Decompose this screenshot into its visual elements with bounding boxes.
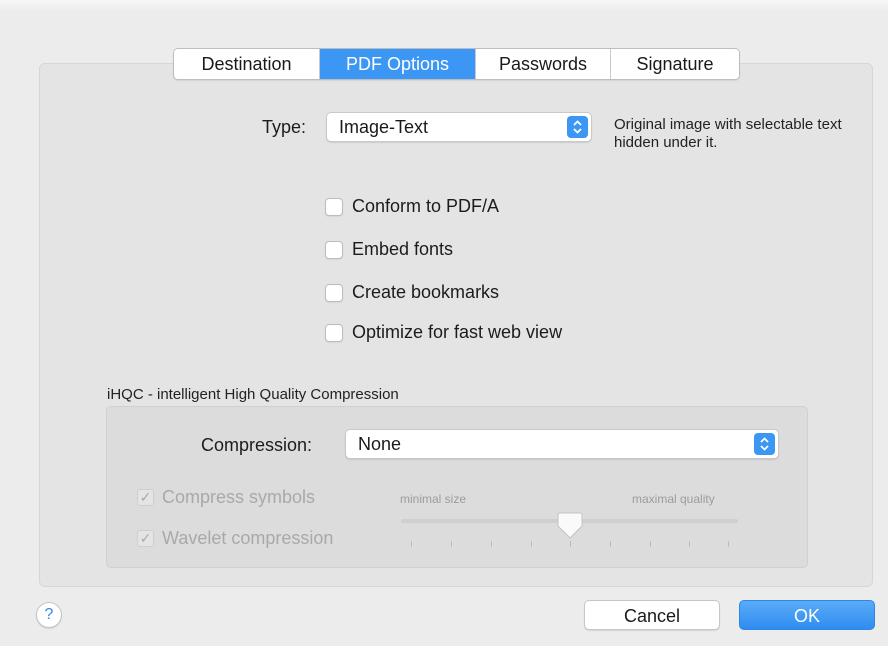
compress-symbols-option[interactable]: ✓ Compress symbols [137,487,315,508]
cancel-button[interactable]: Cancel [584,600,720,630]
wavelet-compression-label: Wavelet compression [162,528,334,548]
compress-symbols-label: Compress symbols [162,487,316,507]
ihqc-section-title: iHQC - intelligent High Quality Compress… [107,386,399,403]
option-label: Embed fonts [352,239,454,259]
type-description: Original image with selectable text hidd… [614,116,842,151]
ok-button[interactable]: OK [739,600,875,630]
option-fast-web-view[interactable]: Optimize for fast web view [325,322,562,343]
compression-select[interactable]: None [345,429,779,459]
option-conform-pdfa[interactable]: Conform to PDF/A [325,196,499,217]
checkbox[interactable] [325,197,343,216]
pdf-options-dialog: Destination PDF Options Passwords Signat… [0,0,888,646]
checkbox[interactable] [325,323,343,342]
slider-tick [689,541,690,547]
window-top-edge [0,0,888,12]
slider-min-label: minimal size [400,492,467,506]
question-mark-icon: ? [44,606,54,623]
slider-tick [531,541,532,547]
option-create-bookmarks[interactable]: Create bookmarks [325,282,499,303]
type-select-value: Image-Text [339,117,429,137]
slider-tick [411,541,412,547]
up-down-chevron-icon[interactable] [567,116,588,138]
checkbox[interactable] [325,240,343,259]
option-label: Create bookmarks [352,282,500,302]
option-label: Optimize for fast web view [352,322,563,342]
checkmark-icon[interactable]: ✓ [137,530,154,547]
option-embed-fonts[interactable]: Embed fonts [325,239,453,260]
checkmark-icon[interactable]: ✓ [137,489,154,506]
slider-tick [451,541,452,547]
slider-max-label: maximal quality [632,492,715,506]
tab-pdf-options[interactable]: PDF Options [320,49,476,79]
help-button[interactable]: ? [36,602,62,628]
compression-label: Compression: [201,435,313,455]
type-select[interactable]: Image-Text [326,112,592,142]
compression-select-value: None [358,434,402,454]
quality-slider-knob[interactable] [557,512,583,545]
tab-signature[interactable]: Signature [611,49,739,79]
tab-passwords[interactable]: Passwords [476,49,611,79]
slider-tick [610,541,611,547]
option-label: Conform to PDF/A [352,196,500,216]
checkbox[interactable] [325,283,343,302]
wavelet-compression-option[interactable]: ✓ Wavelet compression [137,528,333,549]
slider-tick [728,541,729,547]
tab-bar: Destination PDF Options Passwords Signat… [173,48,740,80]
up-down-chevron-icon[interactable] [754,433,775,455]
slider-tick [491,541,492,547]
type-label: Type: [262,117,307,137]
slider-tick [650,541,651,547]
tab-destination[interactable]: Destination [174,49,320,79]
